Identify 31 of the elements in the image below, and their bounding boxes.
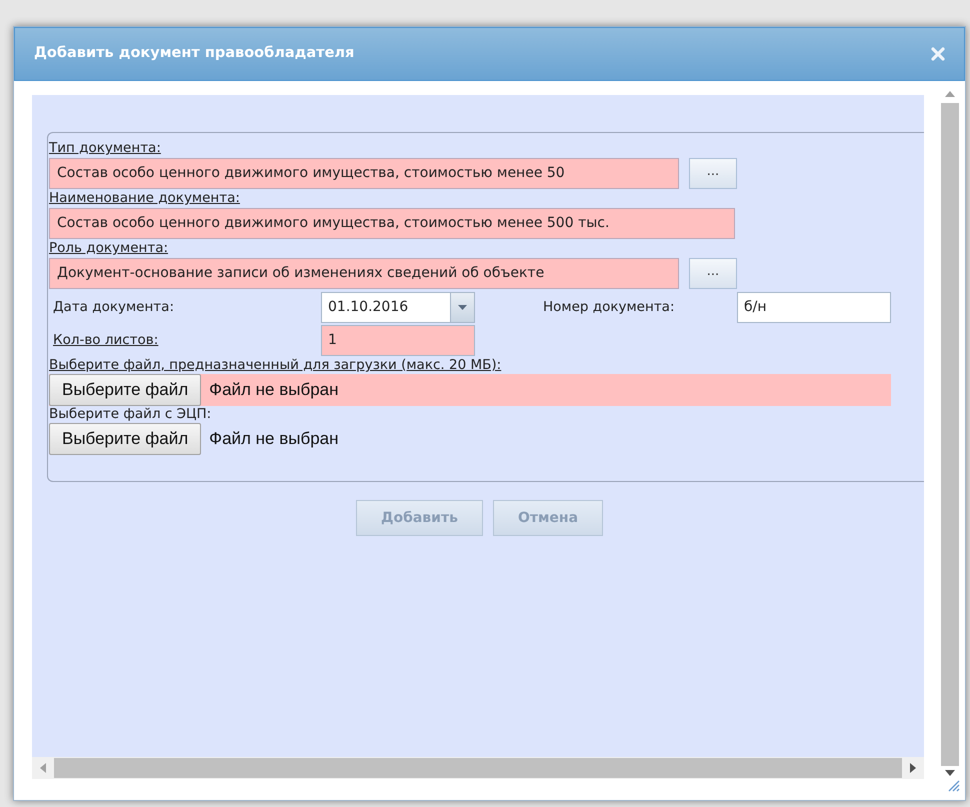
file-label: Выберите файл с ЭЦП: xyxy=(49,406,212,423)
scroll-down-icon[interactable] xyxy=(945,770,955,776)
dialog-title: Добавить документ правообладателя xyxy=(34,44,354,64)
file-field[interactable]: Выберите файл Файл не выбран xyxy=(49,374,891,406)
choose-file-button[interactable]: Выберите файл xyxy=(49,423,202,455)
sheets-field[interactable]: 1 xyxy=(321,325,475,356)
file-status: Файл не выбран xyxy=(209,379,339,402)
browse-button[interactable]: ... xyxy=(689,158,737,189)
file-field[interactable]: Выберите файл Файл не выбран xyxy=(49,423,891,455)
scroll-up-icon[interactable] xyxy=(945,91,955,97)
picker-field[interactable]: Состав особо ценного движимого имущества, стоимостью менее 50 xyxy=(49,158,679,189)
input-field[interactable]: Состав особо ценного движимого имущества, стоимостью менее 500 тыс. xyxy=(49,208,735,239)
close-icon[interactable] xyxy=(931,47,945,61)
file-status: Файл не выбран xyxy=(209,428,339,450)
sheets-label: Кол-во листов: xyxy=(52,331,160,350)
scroll-left-icon[interactable] xyxy=(40,763,46,773)
date-label: Дата документа: xyxy=(52,298,175,318)
field-label: Тип документа: xyxy=(49,140,161,157)
browse-button[interactable]: ... xyxy=(689,258,737,289)
date-value: 01.10.2016 xyxy=(327,298,410,317)
file-label: Выберите файл, предназначенный для загрузки (макс. 20 МБ): xyxy=(49,357,502,374)
scroll-right-icon[interactable] xyxy=(910,763,916,773)
choose-file-button[interactable]: Выберите файл xyxy=(49,374,202,406)
scroll-thumb[interactable] xyxy=(941,103,959,766)
number-label: Номер документа: xyxy=(543,298,676,318)
field-label: Наименование документа: xyxy=(49,190,240,207)
picker-field[interactable]: Документ-основание записи об изменениях сведений об объекте xyxy=(49,258,679,289)
resize-grip-icon[interactable] xyxy=(946,778,960,792)
number-field[interactable]: б/н xyxy=(737,292,891,323)
field-label: Роль документа: xyxy=(49,240,168,257)
date-field[interactable]: 01.10.2016 xyxy=(321,292,475,323)
